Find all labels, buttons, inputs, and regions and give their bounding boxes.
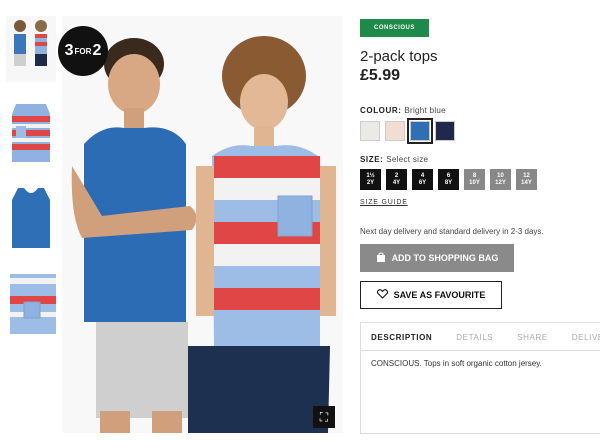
swatch-bright-blue[interactable] — [407, 118, 433, 144]
product-info: CONSCIOUS 2-pack tops £5.99 COLOUR: Brig… — [360, 16, 600, 434]
thumbnail-3[interactable] — [6, 184, 56, 250]
fullscreen-icon[interactable]: ⛶ — [313, 406, 335, 428]
product-price: £5.99 — [360, 67, 401, 84]
size-value: Select size — [386, 155, 429, 164]
thumbnail-4[interactable] — [6, 268, 56, 334]
size-options: 1½ 2Y 2 4Y 4 6Y 6 8Y 8 10Y 10 12Y 12 14Y — [360, 169, 600, 190]
size-option[interactable]: 1½ 2Y — [360, 169, 381, 190]
product-title: 2-pack tops — [360, 48, 438, 65]
conscious-tag: CONSCIOUS — [360, 19, 429, 37]
thumbnail-1[interactable] — [6, 16, 56, 82]
badge-number-left: 3 — [64, 42, 74, 59]
size-guide-link[interactable]: SIZE GUIDE — [360, 199, 408, 206]
heart-icon — [376, 289, 388, 301]
description-text: CONSCIOUS. Tops in soft organic cotton j… — [371, 359, 542, 368]
swatch-light-grey[interactable] — [360, 121, 380, 141]
delivery-info: Next day delivery and standard delivery … — [360, 227, 544, 236]
size-label-text: SIZE: — [360, 155, 384, 164]
size-label: SIZE: Select size — [360, 155, 600, 164]
add-to-bag-button[interactable]: ADD TO SHOPPING BAG — [360, 244, 514, 272]
thumbnail-2[interactable] — [6, 100, 56, 166]
add-to-bag-label: ADD TO SHOPPING BAG — [391, 253, 499, 263]
badge-for: FOR — [74, 46, 92, 56]
save-favourite-label: SAVE AS FAVOURITE — [393, 290, 486, 300]
swatch-light-pink[interactable] — [385, 121, 405, 141]
bag-icon — [376, 252, 386, 264]
swatch-dark-blue[interactable] — [435, 121, 455, 141]
tab-description[interactable]: DESCRIPTION — [371, 333, 432, 342]
thumbnail-list — [6, 16, 56, 352]
colour-swatches — [360, 118, 600, 144]
tab-delivery[interactable]: DELIVERY — [572, 333, 600, 342]
size-option[interactable]: 8 10Y — [464, 169, 485, 190]
size-option[interactable]: 10 12Y — [490, 169, 511, 190]
three-for-two-badge: 3 FOR 2 — [58, 26, 108, 76]
tab-share[interactable]: SHARE — [517, 333, 548, 342]
main-product-image[interactable] — [62, 16, 343, 433]
colour-value: Bright blue — [404, 106, 446, 115]
size-option[interactable]: 6 8Y — [438, 169, 459, 190]
badge-number-right: 2 — [92, 42, 102, 59]
size-option[interactable]: 2 4Y — [386, 169, 407, 190]
colour-label-text: COLOUR: — [360, 106, 402, 115]
save-favourite-button[interactable]: SAVE AS FAVOURITE — [360, 281, 502, 309]
size-option[interactable]: 12 14Y — [516, 169, 537, 190]
product-tabs: DESCRIPTION DETAILS SHARE DELIVERY CONSC… — [360, 322, 600, 434]
colour-label: COLOUR: Bright blue — [360, 106, 600, 115]
tab-details[interactable]: DETAILS — [456, 333, 493, 342]
size-option[interactable]: 4 6Y — [412, 169, 433, 190]
tab-bar: DESCRIPTION DETAILS SHARE DELIVERY — [361, 323, 600, 351]
